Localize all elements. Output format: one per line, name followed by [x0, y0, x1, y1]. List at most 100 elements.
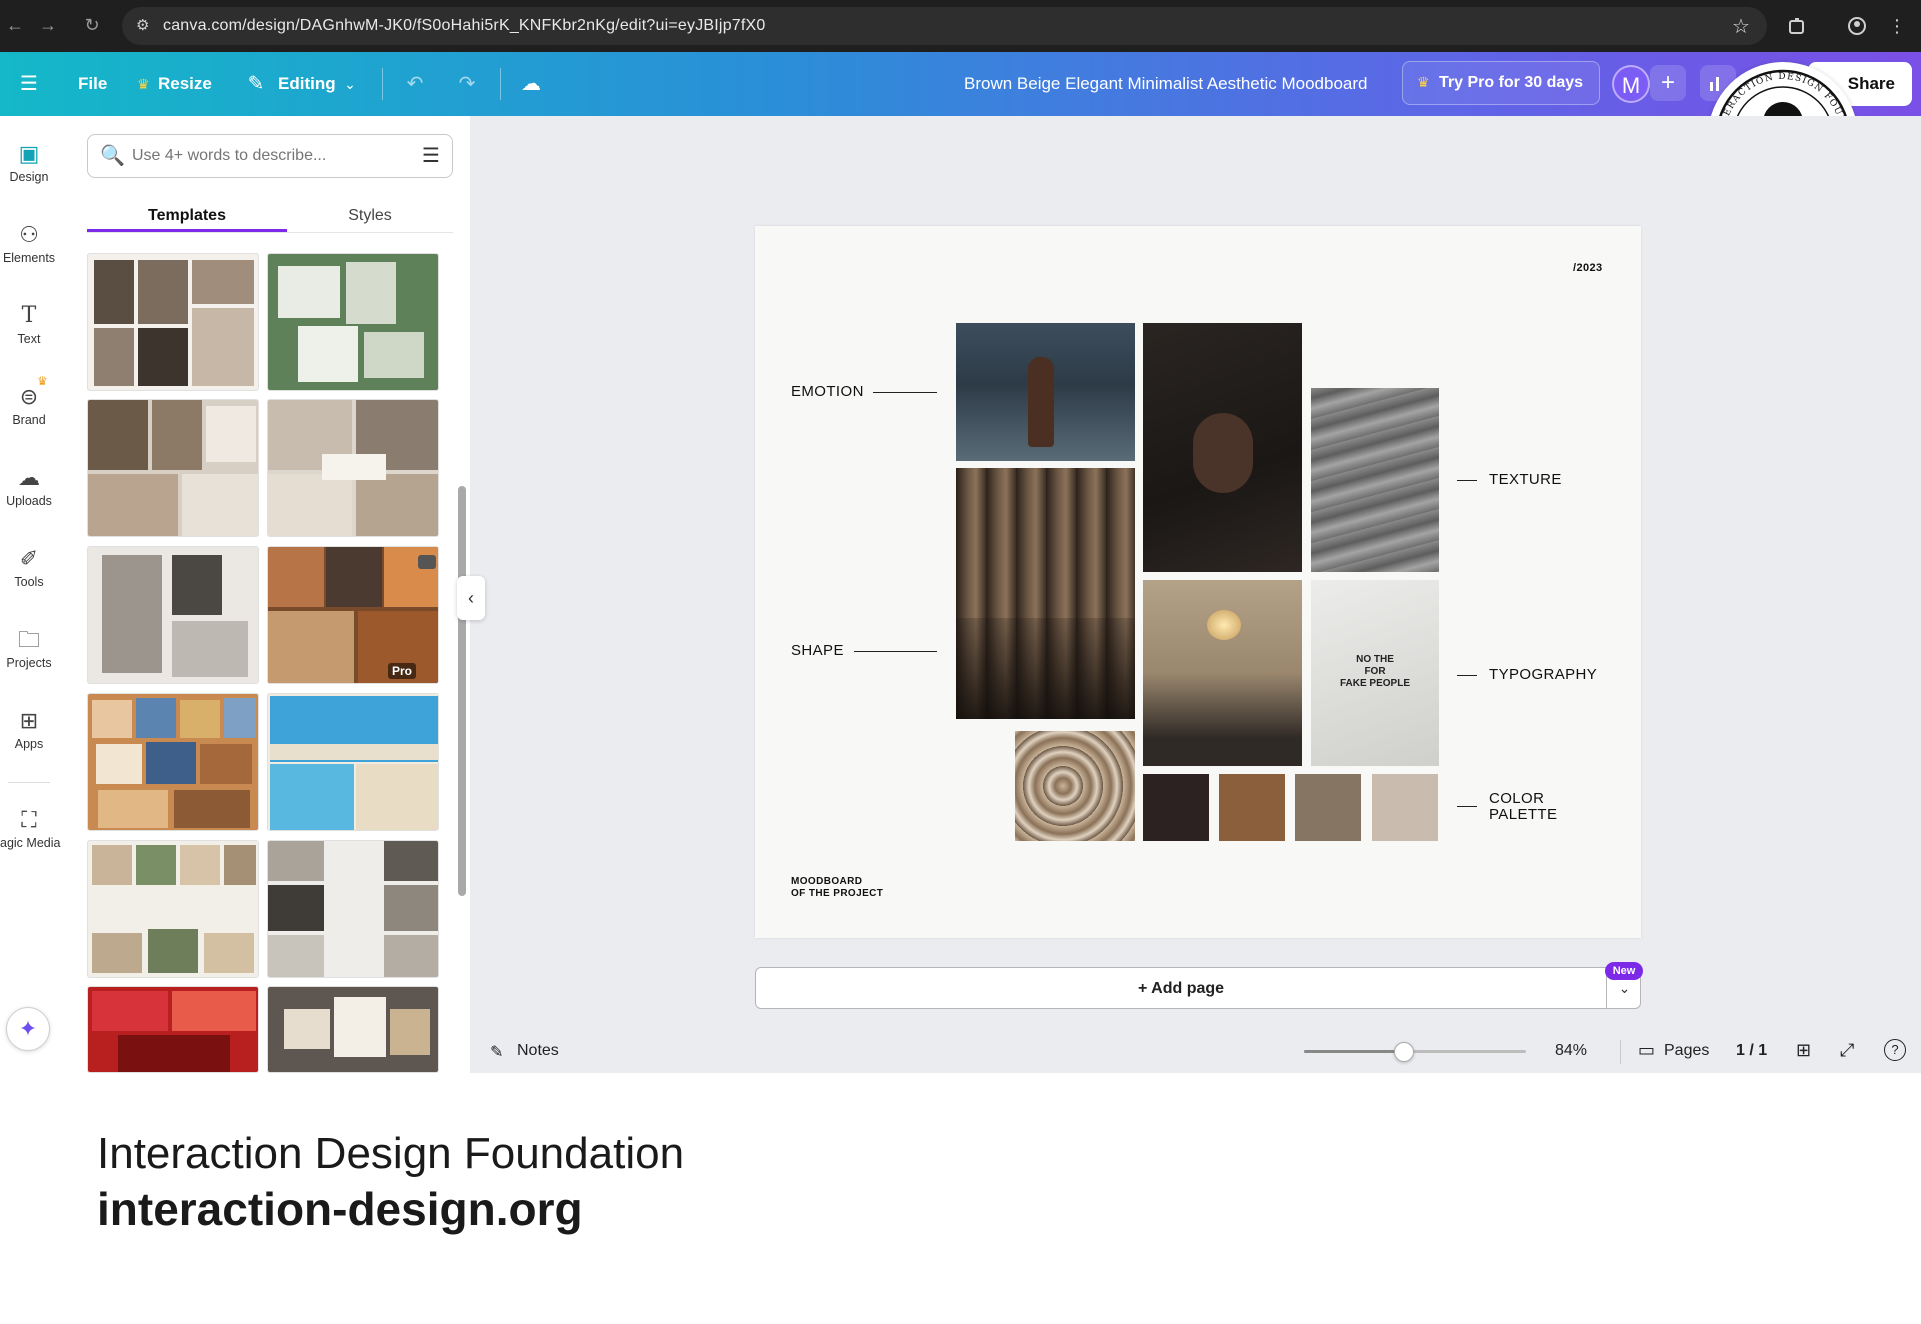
- zoom-slider-handle[interactable]: [1393, 1042, 1414, 1062]
- notes-icon[interactable]: ✎: [490, 1042, 503, 1062]
- magic-media-icon: ⛶: [21, 807, 37, 832]
- site-info-icon[interactable]: ⚙: [136, 16, 149, 34]
- template-thumbnail[interactable]: [267, 986, 439, 1073]
- palette-swatch[interactable]: [1219, 774, 1285, 841]
- photo-columns[interactable]: [956, 468, 1135, 719]
- avatar[interactable]: M: [1612, 65, 1650, 103]
- cloud-saved-icon[interactable]: ☁: [518, 72, 544, 96]
- rail-label: Projects: [6, 656, 52, 670]
- rail-item-text[interactable]: T Text: [0, 292, 58, 362]
- elements-icon: ⚇: [19, 222, 39, 247]
- palette-swatch[interactable]: [1295, 774, 1361, 841]
- notes-button[interactable]: Notes: [517, 1042, 559, 1060]
- template-thumbnail[interactable]: [267, 693, 439, 831]
- address-bar[interactable]: ⚙ canva.com/design/DAGnhwM-JK0/fS0oHahi5…: [122, 7, 1767, 45]
- more-vert-icon[interactable]: ⋮: [1883, 12, 1911, 40]
- template-thumbnail[interactable]: [267, 399, 439, 537]
- photo-driftwood[interactable]: [1015, 731, 1135, 841]
- search-input[interactable]: [132, 147, 402, 165]
- rail-item-design[interactable]: ▣ Design: [0, 130, 58, 200]
- page-count: 1 / 1: [1736, 1042, 1768, 1059]
- rail-item-magic-media[interactable]: ⛶ agic Media: [0, 796, 61, 866]
- rail-item-projects[interactable]: 🗀 Projects: [0, 616, 58, 686]
- profile-icon[interactable]: [1843, 12, 1871, 40]
- uploads-icon: ☁: [18, 465, 40, 490]
- palette-swatch[interactable]: [1372, 774, 1438, 841]
- rail-item-uploads[interactable]: ☁ Uploads: [0, 454, 58, 524]
- left-rail: ▣ Design ⚇ Elements T Text ⊜ Brand ☁ Upl…: [0, 116, 61, 1073]
- photo-typography-shirt[interactable]: NO THE FOR FAKE PEOPLE: [1311, 580, 1439, 766]
- tools-icon: ✐: [19, 546, 39, 571]
- pages-icon[interactable]: ▭: [1638, 1040, 1655, 1061]
- collapse-panel-button[interactable]: ‹: [457, 576, 485, 620]
- footer-url[interactable]: interaction-design.org: [97, 1182, 583, 1236]
- template-thumbnail[interactable]: [87, 253, 259, 391]
- back-arrow-icon[interactable]: ←: [2, 12, 28, 38]
- pages-button[interactable]: Pages: [1664, 1042, 1709, 1060]
- photo-chandelier-room[interactable]: [1143, 580, 1302, 766]
- template-thumbnail[interactable]: [87, 840, 259, 978]
- rail-item-tools[interactable]: ✐ Tools: [0, 535, 58, 605]
- year-label: /2023: [1573, 262, 1603, 274]
- template-thumbnail[interactable]: [267, 253, 439, 391]
- bottom-bar: ✎ Notes 84% ▭ Pages 1 / 1 ⊞ ⤢ ?: [470, 1030, 1921, 1073]
- zoom-slider[interactable]: [1304, 1050, 1526, 1053]
- divider: [1620, 1040, 1621, 1064]
- help-icon[interactable]: ?: [1884, 1039, 1906, 1061]
- photo-sand-texture[interactable]: [1311, 388, 1439, 572]
- rail-item-brand[interactable]: ⊜ Brand: [0, 373, 58, 443]
- editing-mode-button[interactable]: Editing: [278, 74, 336, 94]
- rail-label: Text: [17, 332, 41, 346]
- magic-assistant-button[interactable]: ✦: [6, 1007, 50, 1051]
- chevron-down-icon[interactable]: ⌄: [340, 72, 360, 96]
- try-pro-label: Try Pro for 30 days: [1439, 74, 1584, 91]
- template-search[interactable]: 🔍 ☰: [87, 134, 453, 178]
- rail-label: Tools: [14, 575, 44, 589]
- shirt-text: NO THE FOR FAKE PEOPLE: [1311, 654, 1439, 690]
- rail-label: Brand: [12, 413, 46, 427]
- reload-icon[interactable]: ↻: [79, 12, 105, 38]
- rail-label: Design: [9, 170, 49, 184]
- template-thumbnail[interactable]: Pro: [267, 546, 439, 684]
- fullscreen-icon[interactable]: ⤢: [1840, 1040, 1854, 1061]
- label-color: COLOR: [1489, 790, 1545, 807]
- filter-icon[interactable]: ☰: [422, 143, 440, 168]
- connector-line: [854, 651, 937, 652]
- template-thumbnail[interactable]: [267, 840, 439, 978]
- file-menu[interactable]: File: [78, 74, 107, 94]
- photo-woman-sea[interactable]: [956, 323, 1135, 461]
- rail-item-elements[interactable]: ⚇ Elements: [0, 211, 58, 281]
- bookmark-star-icon[interactable]: ☆: [1732, 14, 1750, 39]
- tab-styles[interactable]: Styles: [270, 196, 470, 236]
- add-page-label: + Add page: [1137, 980, 1225, 997]
- connector-line: [1457, 480, 1477, 481]
- zoom-level[interactable]: 84%: [1555, 1042, 1587, 1060]
- design-title[interactable]: Brown Beige Elegant Minimalist Aesthetic…: [964, 74, 1368, 94]
- pro-badge: Pro: [388, 663, 417, 679]
- template-thumbnail[interactable]: [87, 546, 259, 684]
- forward-arrow-icon[interactable]: →: [35, 12, 61, 38]
- search-icon: 🔍: [100, 145, 125, 167]
- url-text[interactable]: canva.com/design/DAGnhwM-JK0/fS0oHahi5rK…: [163, 17, 766, 35]
- panel-scrollbar[interactable]: [458, 486, 466, 896]
- add-page-button[interactable]: + Add page ⌄: [755, 967, 1641, 1009]
- connector-line: [1457, 675, 1477, 676]
- design-page[interactable]: /2023 NO THE FOR FAKE PEOPLE EMOTION SHA…: [755, 226, 1641, 938]
- hamburger-icon[interactable]: ☰: [16, 72, 42, 96]
- resize-button[interactable]: Resize: [158, 74, 212, 94]
- try-pro-button[interactable]: ♛ Try Pro for 30 days: [1402, 61, 1600, 105]
- undo-icon[interactable]: ↶: [402, 72, 428, 96]
- palette-swatch[interactable]: [1143, 774, 1209, 841]
- moodboard-footer-line: MOODBOARD: [791, 876, 863, 887]
- template-thumbnail[interactable]: [87, 399, 259, 537]
- template-thumbnail[interactable]: [87, 986, 259, 1073]
- extensions-icon[interactable]: [1783, 12, 1811, 40]
- redo-icon[interactable]: ↷: [454, 72, 480, 96]
- photo-hand-on-sand[interactable]: [1143, 323, 1302, 572]
- rail-item-apps[interactable]: ⊞ Apps: [0, 697, 58, 767]
- rail-label: agic Media: [0, 836, 61, 850]
- pencil-icon: ✎: [247, 73, 265, 95]
- template-thumbnail[interactable]: [87, 693, 259, 831]
- add-collaborator-button[interactable]: +: [1650, 65, 1686, 101]
- grid-view-icon[interactable]: ⊞: [1796, 1040, 1811, 1061]
